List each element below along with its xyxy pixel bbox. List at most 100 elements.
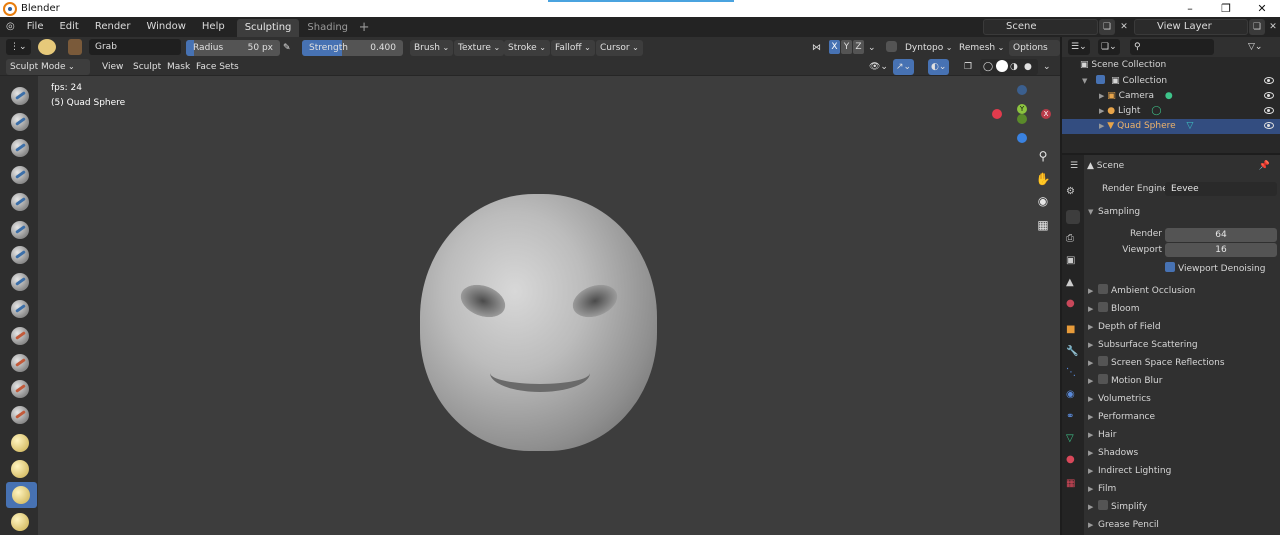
strength-slider[interactable]: Strength 0.400 bbox=[302, 40, 403, 56]
visibility-eye-icon[interactable] bbox=[1264, 92, 1274, 99]
editor-type-icon[interactable]: ⋮⌄ bbox=[6, 39, 31, 55]
modifier-tab-icon[interactable]: 🔧 bbox=[1066, 346, 1080, 360]
panel-motion-blur[interactable]: ▶ Motion Blur bbox=[1088, 372, 1278, 390]
radius-slider[interactable]: Radius 50 px bbox=[186, 40, 280, 56]
rendered-shading-icon[interactable]: ● bbox=[1024, 59, 1032, 75]
3d-viewport[interactable]: fps: 24 (5) Quad Sphere Y X ⚲ ✋ ◉ ▦ bbox=[0, 76, 1060, 535]
gizmo-toggle-icon[interactable]: ↗⌄ bbox=[893, 59, 915, 75]
grab-brush-icon[interactable] bbox=[12, 486, 30, 504]
constraints-tab-icon[interactable]: ⚭ bbox=[1066, 411, 1080, 425]
pressure-icon[interactable]: ✎ bbox=[283, 40, 297, 56]
visibility-icon[interactable]: 👁⌄ bbox=[866, 59, 891, 75]
data-tab-icon[interactable]: ▽ bbox=[1066, 433, 1080, 447]
expand-arrow-icon[interactable]: ▶ bbox=[1099, 92, 1104, 100]
symmetry-options-icon[interactable]: ⌄ bbox=[866, 40, 878, 56]
flatten-brush-icon[interactable] bbox=[11, 354, 29, 372]
panel-ambient-occlusion[interactable]: ▶ Ambient Occlusion bbox=[1088, 282, 1278, 300]
menu-face-sets[interactable]: Face Sets bbox=[190, 59, 245, 75]
material-tab-icon[interactable]: ● bbox=[1066, 454, 1080, 468]
panel-volumetrics[interactable]: ▶ Volumetrics bbox=[1088, 390, 1278, 408]
tab-shading[interactable]: Shading bbox=[299, 19, 356, 37]
render-samples-field[interactable]: 64 bbox=[1165, 228, 1277, 242]
expand-arrow-icon[interactable]: ▼ bbox=[1082, 77, 1087, 85]
symmetry-x-toggle[interactable]: X bbox=[829, 40, 840, 54]
camera-view-icon[interactable]: ◉ bbox=[1033, 191, 1053, 211]
blender-menu-icon[interactable]: ◎ bbox=[0, 17, 19, 37]
zoom-icon[interactable]: ⚲ bbox=[1033, 146, 1053, 166]
mode-selector[interactable]: Sculpt Mode bbox=[6, 59, 90, 75]
outliner-item-quad-sphere[interactable]: ▶ ▼ Quad Sphere ▽ bbox=[1062, 119, 1280, 134]
outliner-item-collection[interactable]: ▼ ▣ Collection bbox=[1062, 74, 1280, 89]
perspective-grid-icon[interactable]: ▦ bbox=[1033, 215, 1053, 235]
panel-enable-checkbox[interactable] bbox=[1098, 500, 1108, 510]
panel-enable-checkbox[interactable] bbox=[1098, 302, 1108, 312]
physics-tab-icon[interactable]: ◉ bbox=[1066, 389, 1080, 403]
crease-brush-icon[interactable] bbox=[11, 300, 29, 318]
menu-window[interactable]: Window bbox=[138, 17, 193, 37]
viewport-denoising-checkbox[interactable] bbox=[1165, 262, 1175, 272]
panel-enable-checkbox[interactable] bbox=[1098, 284, 1108, 294]
snake-hook-brush-icon[interactable] bbox=[11, 513, 29, 531]
fill-brush-icon[interactable] bbox=[11, 380, 29, 398]
brush-preview-icon[interactable] bbox=[38, 39, 56, 55]
collection-checkbox[interactable] bbox=[1096, 75, 1106, 84]
minimize-icon[interactable]: – bbox=[1172, 0, 1208, 17]
tool-tab-icon[interactable]: ⚙ bbox=[1066, 186, 1080, 200]
smooth-brush-icon[interactable] bbox=[11, 327, 29, 345]
visibility-eye-icon[interactable] bbox=[1264, 107, 1274, 114]
symmetry-y-toggle[interactable]: Y bbox=[841, 40, 852, 54]
clay-thumb-brush-icon[interactable] bbox=[11, 193, 29, 211]
gizmo-z-neg[interactable] bbox=[1017, 85, 1027, 95]
gizmo-y-neg[interactable] bbox=[1017, 114, 1027, 124]
menu-view[interactable]: View bbox=[96, 59, 129, 75]
inflate-brush-icon[interactable] bbox=[11, 246, 29, 264]
panel-enable-checkbox[interactable] bbox=[1098, 374, 1108, 384]
texture-tab-icon[interactable]: ▦ bbox=[1066, 478, 1080, 492]
menu-render[interactable]: Render bbox=[87, 17, 139, 37]
panel-indirect-lighting[interactable]: ▶ Indirect Lighting bbox=[1088, 462, 1278, 480]
draw-sharp-brush-icon[interactable] bbox=[11, 113, 29, 131]
sculpted-head-model[interactable] bbox=[420, 194, 657, 451]
pin-icon[interactable]: 📌 bbox=[1259, 157, 1270, 175]
panel-depth-of-field[interactable]: ▶ Depth of Field bbox=[1088, 318, 1278, 336]
visibility-eye-icon[interactable] bbox=[1264, 122, 1274, 129]
remesh-menu[interactable]: Remesh bbox=[955, 40, 1008, 56]
symmetry-z-toggle[interactable]: Z bbox=[853, 40, 864, 54]
output-tab-icon[interactable]: ⎙ bbox=[1066, 233, 1080, 247]
object-tab-icon[interactable]: ■ bbox=[1066, 324, 1080, 338]
panel-film[interactable]: ▶ Film bbox=[1088, 480, 1278, 498]
maximize-icon[interactable]: ❐ bbox=[1208, 0, 1244, 17]
visibility-eye-icon[interactable] bbox=[1264, 77, 1274, 84]
dyntopo-checkbox[interactable] bbox=[886, 41, 897, 52]
tab-sculpting[interactable]: Sculpting bbox=[236, 19, 300, 37]
display-mode-icon[interactable]: ❏⌄ bbox=[1098, 39, 1120, 55]
shading-options-icon[interactable]: ⌄ bbox=[1040, 59, 1054, 75]
wireframe-shading-icon[interactable]: ◯ bbox=[983, 59, 993, 75]
render-engine-select[interactable]: Eevee bbox=[1165, 182, 1277, 196]
scrape-brush-icon[interactable] bbox=[11, 406, 29, 424]
panel-simplify[interactable]: ▶ Simplify bbox=[1088, 498, 1278, 516]
options-menu[interactable]: Options bbox=[1009, 40, 1060, 56]
scene-selector[interactable]: Scene bbox=[983, 19, 1098, 35]
outliner-editor-type-icon[interactable]: ☰⌄ bbox=[1068, 39, 1090, 55]
panel-screen-space-reflections[interactable]: ▶ Screen Space Reflections bbox=[1088, 354, 1278, 372]
viewport-samples-field[interactable]: 16 bbox=[1165, 243, 1277, 257]
particles-tab-icon[interactable]: ⋱ bbox=[1066, 367, 1080, 381]
outliner-search-input[interactable]: ⚲ bbox=[1130, 39, 1214, 55]
expand-arrow-icon[interactable]: ▶ bbox=[1099, 122, 1104, 130]
delete-scene-icon[interactable]: ✕ bbox=[1116, 19, 1132, 35]
xray-icon[interactable]: ❐ bbox=[961, 59, 975, 75]
sampling-panel-header[interactable]: ▼ Sampling bbox=[1088, 203, 1278, 221]
new-view-layer-icon[interactable]: ❏ bbox=[1249, 19, 1265, 35]
panel-performance[interactable]: ▶ Performance bbox=[1088, 408, 1278, 426]
panel-grease-pencil[interactable]: ▶ Grease Pencil bbox=[1088, 516, 1278, 534]
expand-arrow-icon[interactable]: ▶ bbox=[1099, 107, 1104, 115]
render-tab-icon[interactable] bbox=[1066, 210, 1080, 224]
outliner-item-camera[interactable]: ▶ ▣ Camera ● bbox=[1062, 89, 1280, 104]
menu-help[interactable]: Help bbox=[194, 17, 233, 37]
viewport-denoising-toggle[interactable]: Viewport Denoising bbox=[1165, 260, 1279, 278]
cursor-menu[interactable]: Cursor bbox=[596, 40, 643, 56]
material-shading-icon[interactable]: ◑ bbox=[1010, 59, 1018, 75]
solid-shading-icon[interactable] bbox=[996, 60, 1008, 72]
brush-name-field[interactable]: Grab bbox=[89, 39, 181, 55]
